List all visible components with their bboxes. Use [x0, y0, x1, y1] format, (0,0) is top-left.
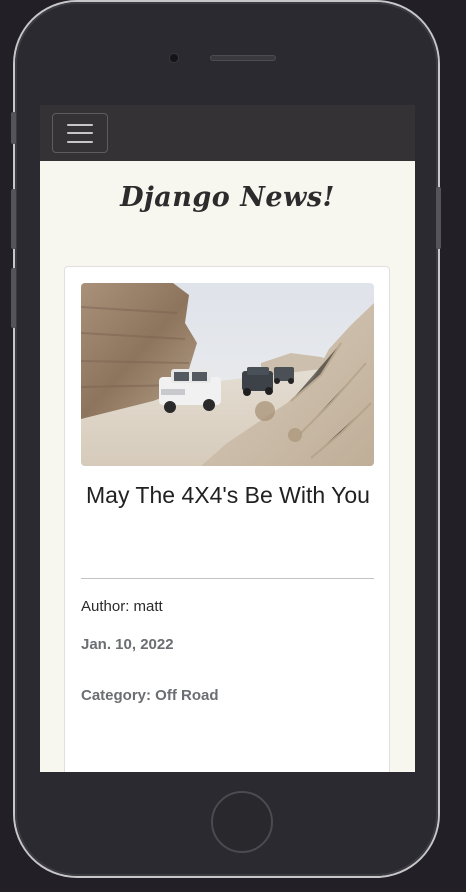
volume-down-button: [11, 268, 16, 328]
card-divider: [81, 578, 374, 579]
post-title[interactable]: May The 4X4's Be With You: [86, 481, 371, 509]
earpiece-speaker: [210, 55, 276, 61]
top-navbar: [40, 105, 415, 161]
post-card[interactable]: May The 4X4's Be With You Author: matt J…: [64, 266, 390, 772]
hamburger-menu-icon: [67, 123, 93, 143]
power-button: [436, 187, 441, 249]
navbar-toggle-button[interactable]: [52, 113, 108, 153]
home-button[interactable]: [211, 791, 273, 853]
volume-up-button: [11, 189, 16, 249]
mute-switch: [11, 112, 16, 144]
post-category[interactable]: Category: Off Road: [81, 687, 219, 704]
post-image[interactable]: [81, 283, 374, 466]
post-date: Jan. 10, 2022: [81, 636, 174, 653]
site-title: Django News!: [120, 182, 335, 213]
post-author: Author: matt: [81, 598, 163, 615]
app-screen: Django News! May The 4X4's Be With You A…: [40, 105, 415, 772]
front-camera: [170, 54, 178, 62]
